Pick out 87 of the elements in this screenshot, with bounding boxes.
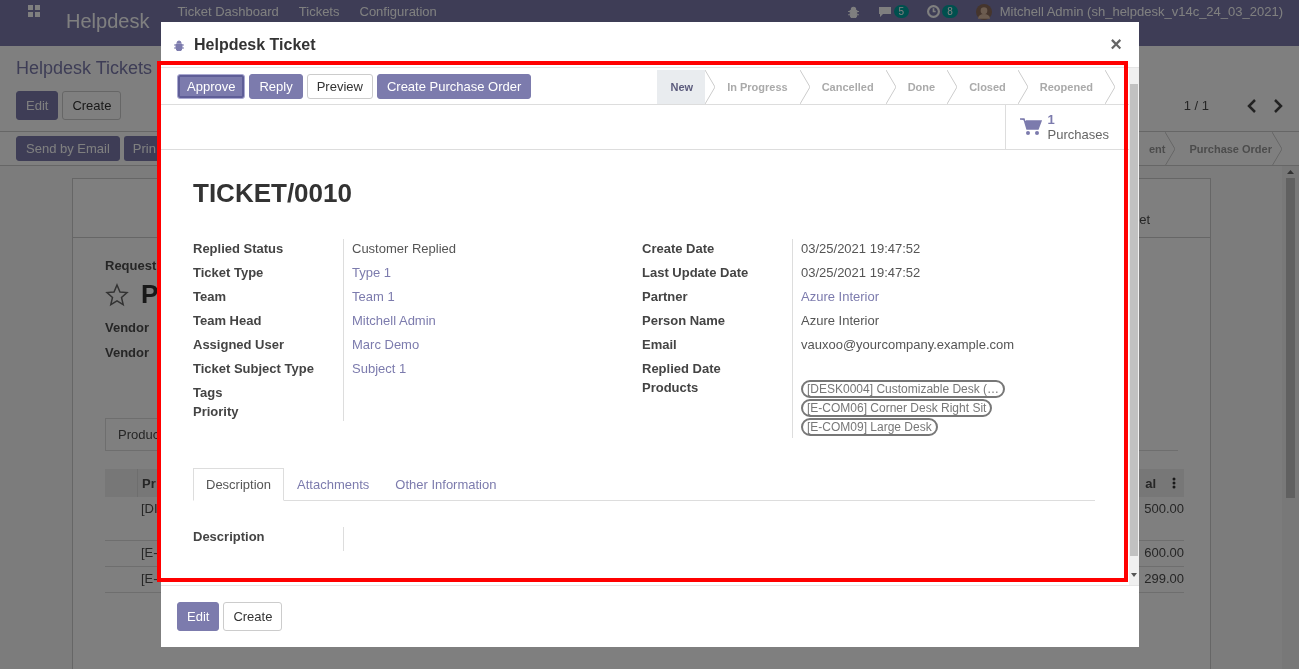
kebab-icon[interactable]	[1172, 477, 1176, 489]
field-label: Ticket Type	[193, 264, 265, 282]
notebook-tab[interactable]: Attachments	[284, 468, 383, 501]
header-button[interactable]: Preview	[306, 74, 373, 99]
table-cell-text: [E-	[141, 545, 158, 562]
column-header: Pr	[142, 475, 156, 491]
nav-menu-item[interactable]: Configuration	[359, 4, 437, 19]
action-button[interactable]: Send by Email	[16, 136, 120, 161]
table-cell-text: 600.00	[1144, 545, 1184, 562]
nav-menu-item[interactable]: Ticket Dashboard	[177, 4, 279, 19]
dialog-title: Helpdesk Ticket	[194, 35, 316, 54]
star-icon[interactable]	[105, 282, 129, 307]
tab-label[interactable]: et	[1139, 212, 1150, 227]
app-name[interactable]: Helpdesk	[66, 10, 150, 32]
ticket-name: TICKET/0010	[193, 178, 353, 209]
field-value: Customer Replied	[352, 241, 457, 256]
table-cell-text: [DI	[141, 501, 158, 518]
field-label: Create Date	[642, 240, 716, 258]
field-label: Replied Date	[642, 360, 722, 378]
field-label: Products	[642, 379, 700, 397]
product-tag: [DESK0004] Customizable Desk (…	[801, 380, 1006, 398]
field-label: Last Update Date	[642, 264, 750, 282]
bug-icon	[173, 38, 185, 51]
message-count-badge: 5	[893, 5, 910, 18]
header-button[interactable]: Reply	[249, 74, 303, 99]
field-label: Team	[193, 288, 227, 306]
table-cell-text: 299.00	[1144, 571, 1184, 588]
field-value: 03/25/2021 19:47:52	[801, 265, 921, 280]
field-label: Tags	[193, 384, 224, 402]
footer-button[interactable]: Edit	[177, 602, 220, 631]
footer-button[interactable]: Create	[223, 602, 283, 631]
header-button[interactable]: Approve	[177, 74, 246, 99]
field-label: Request	[105, 258, 157, 273]
field-label: Assigned User	[193, 336, 286, 354]
table-cell-text: [E-	[141, 571, 158, 588]
field-label: Partner	[642, 288, 689, 306]
table-cell-text: 500.00	[1144, 501, 1184, 518]
field-label: Vendor	[105, 320, 150, 335]
field-label: Email	[642, 336, 678, 354]
status-stage[interactable]: Done	[895, 69, 958, 104]
status-stage[interactable]: Cancelled	[809, 69, 896, 104]
field-label: Vendor	[105, 345, 150, 360]
activity-count-badge: 8	[942, 5, 958, 18]
field-label: Priority	[193, 403, 240, 421]
field-value: vauxoo@yourcompany.example.com	[801, 337, 1015, 352]
product-tag: [E-COM06] Corner Desk Right Sit	[801, 399, 993, 417]
field-link[interactable]: Marc Demo	[352, 337, 420, 352]
previous-icon[interactable]	[1247, 98, 1257, 113]
apps-menu-icon[interactable]	[28, 5, 40, 17]
field-label: Replied Status	[193, 240, 285, 258]
next-icon[interactable]	[1273, 98, 1283, 113]
field-link[interactable]: Mitchell Admin	[352, 313, 436, 328]
product-tag: [E-COM09] Large Desk	[801, 418, 938, 436]
nav-menu-item[interactable]: Tickets	[298, 4, 340, 19]
field-link[interactable]: Azure Interior	[801, 289, 880, 304]
form-button[interactable]: Edit	[16, 91, 59, 120]
field-label: Team Head	[193, 312, 263, 330]
status-stage[interactable]: Closed	[957, 69, 1028, 104]
action-button[interactable]: Prin	[123, 136, 160, 161]
scrollbar[interactable]	[1129, 68, 1139, 585]
avatar[interactable]	[975, 4, 992, 20]
field-label: Person Name	[642, 312, 727, 330]
field-label: Ticket Subject Type	[193, 360, 315, 378]
status-stage[interactable]: Reopened	[1027, 69, 1115, 104]
field-label: Description	[193, 528, 266, 546]
field-link[interactable]: Team 1	[352, 289, 395, 304]
pager-value: 1 / 1	[1183, 98, 1209, 113]
clock-icon[interactable]	[927, 5, 941, 18]
notebook-tab[interactable]: Other Information	[382, 468, 510, 501]
field-value: Azure Interior	[801, 313, 880, 328]
cart-icon	[1019, 118, 1042, 136]
status-stage[interactable]: In Progress	[715, 69, 810, 104]
chevron-icon	[705, 69, 716, 104]
bug-icon[interactable]	[846, 5, 860, 18]
chat-icon[interactable]	[877, 5, 892, 18]
field-link[interactable]: Subject 1	[352, 361, 407, 376]
field-link[interactable]: Type 1	[352, 265, 392, 280]
close-button[interactable]: ×	[1106, 33, 1126, 56]
column-header: al	[1145, 475, 1156, 491]
notebook-tab[interactable]: Description	[193, 468, 285, 501]
record-title: P	[141, 279, 159, 310]
field-value: 03/25/2021 19:47:52	[801, 241, 921, 256]
breadcrumb: Helpdesk Tickets	[16, 58, 154, 79]
form-button[interactable]: Create	[62, 91, 122, 120]
user-menu[interactable]: Mitchell Admin (sh_helpdesk_v14c_24_03_2021)	[999, 4, 1283, 19]
header-button[interactable]: Create Purchase Order	[376, 74, 532, 99]
status-stage[interactable]: New	[656, 69, 716, 104]
